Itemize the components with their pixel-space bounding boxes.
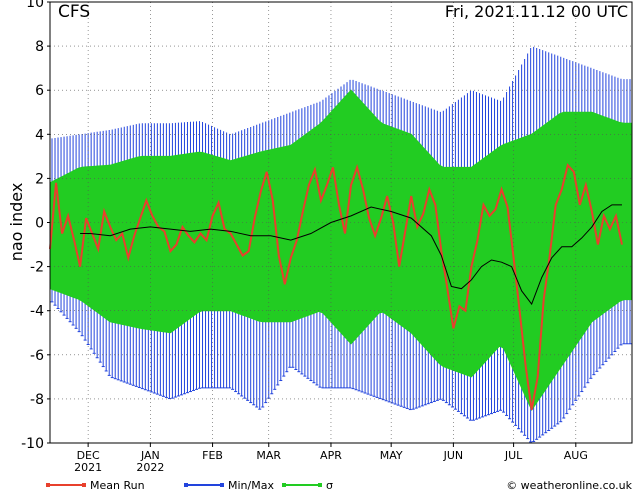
y-tick-label: 10 xyxy=(26,0,44,11)
x-tick-year-label: 2021 xyxy=(74,461,102,474)
legend-swatch-marker xyxy=(318,483,322,487)
y-tick-label: 6 xyxy=(35,83,44,99)
y-tick-label: -8 xyxy=(30,392,44,408)
x-tick-label: APR xyxy=(320,449,342,462)
y-tick-label: 2 xyxy=(35,171,44,187)
y-tick-label: 0 xyxy=(35,216,44,232)
x-tick-year-label: 2022 xyxy=(136,461,164,474)
y-tick-label: -4 xyxy=(30,304,44,320)
legend-swatch-marker xyxy=(184,483,188,487)
legend-swatch-marker xyxy=(46,483,50,487)
legend-label: Mean Run xyxy=(90,479,145,490)
legend-label: Min/Max xyxy=(228,479,274,490)
y-axis-label: nao index xyxy=(7,183,26,262)
y-tick-label: -2 xyxy=(30,260,44,276)
x-tick-label: MAY xyxy=(380,449,403,462)
legend-label: σ xyxy=(326,479,333,490)
legend-swatch-marker xyxy=(220,483,224,487)
nao-index-chart: -10-8-6-4-20246810DEC2021JAN2022FEB MAR AP… xyxy=(7,0,633,490)
x-tick-label: FEB xyxy=(202,449,223,462)
legend-swatch-marker xyxy=(282,483,286,487)
spread-envelopes xyxy=(49,46,633,443)
y-tick-label: -10 xyxy=(21,436,44,452)
legend: Mean Run Min/Max σ xyxy=(46,479,333,490)
credit-text: © weatheronline.co.uk xyxy=(506,479,632,490)
model-label: CFS xyxy=(58,2,90,22)
x-tick-label: MAR xyxy=(256,449,281,462)
y-tick-label: -6 xyxy=(30,348,44,364)
x-tick-label: AUG xyxy=(564,449,588,462)
y-tick-label: 4 xyxy=(35,127,44,143)
y-tick-label: 8 xyxy=(35,39,44,55)
x-tick-label: JUN xyxy=(443,449,464,462)
x-tick-label: JUL xyxy=(504,449,523,462)
run-label: Fri, 2021.11.12 00 UTC xyxy=(445,2,628,21)
legend-swatch-marker xyxy=(82,483,86,487)
